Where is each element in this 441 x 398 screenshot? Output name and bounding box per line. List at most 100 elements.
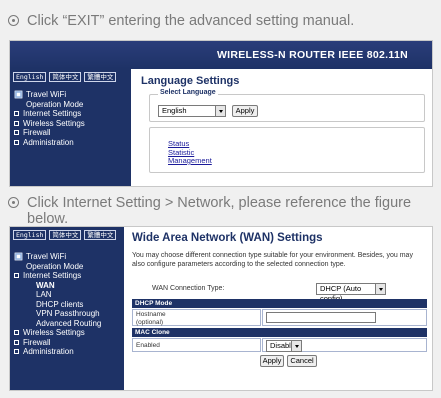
expand-icon <box>14 339 19 345</box>
sidebar-nav: Travel WiFi Operation Mode Internet Sett… <box>14 90 85 147</box>
collapse-icon <box>14 273 19 279</box>
sidebar-item-label: Advanced Routing <box>36 318 102 328</box>
sidebar-item-wireless-settings[interactable]: Wireless Settings <box>14 328 101 338</box>
sidebar-item-internet-settings[interactable]: Internet Settings <box>14 109 85 119</box>
sidebar-item-wan[interactable]: WAN <box>14 281 101 291</box>
sidebar-item-firewall[interactable]: Firewall <box>14 128 85 138</box>
sidebar-item-wireless-settings[interactable]: Wireless Settings <box>14 119 85 129</box>
instruction-step-2-line-1: Click Internet Setting > Network, please… <box>27 195 412 211</box>
language-switcher: English 简体中文 繁體中文 <box>13 72 117 82</box>
lang-traditional-chinese-button[interactable]: 繁體中文 <box>84 230 117 240</box>
mac-clone-select[interactable]: Disable <box>266 340 302 352</box>
sidebar-item-label: Travel WiFi <box>26 252 67 261</box>
chevron-down-icon <box>291 341 301 351</box>
chevron-down-icon <box>375 284 385 294</box>
language-switcher: English 简体中文 繁體中文 <box>13 230 117 240</box>
sidebar-item-label: Wireless Settings <box>23 328 85 337</box>
language-select[interactable]: English <box>158 105 226 117</box>
hostname-row: Hostname (optional) <box>132 309 427 326</box>
sidebar-item-vpn-passthrough[interactable]: VPN Passthrough <box>14 309 101 319</box>
sidebar-item-label: Administration <box>23 137 74 147</box>
lang-simplified-chinese-button[interactable]: 简体中文 <box>49 230 82 240</box>
language-select-value: English <box>162 106 187 115</box>
instruction-step-2: Click Internet Setting > Network, please… <box>8 194 411 212</box>
sidebar-item-label: Operation Mode <box>26 99 84 109</box>
enabled-value-cell: Disable <box>262 338 427 352</box>
cancel-button[interactable]: Cancel <box>287 355 317 367</box>
expand-icon <box>14 120 19 126</box>
expand-icon <box>14 139 19 145</box>
lang-traditional-chinese-button[interactable]: 繁體中文 <box>84 72 117 82</box>
bullet-icon <box>8 15 19 26</box>
sidebar-item-advanced-routing[interactable]: Advanced Routing <box>14 319 101 329</box>
page-description: You may choose different connection type… <box>132 252 413 268</box>
sidebar-item-label: Administration <box>23 347 74 356</box>
sidebar-item-label: VPN Passthrough <box>36 309 100 318</box>
hostname-sublabel: (optional) <box>136 318 164 326</box>
sidebar-item-label: Operation Mode <box>26 261 84 271</box>
mac-clone-header: MAC Clone <box>132 328 427 337</box>
enabled-label-cell: Enabled <box>132 338 261 352</box>
wan-settings-screenshot: English 简体中文 繁體中文 Travel WiFi Operation … <box>9 226 433 391</box>
sidebar-nav: Travel WiFi Operation Mode Internet Sett… <box>14 252 101 357</box>
router-header-title: WIRELESS-N ROUTER IEEE 802.11N <box>216 49 408 61</box>
wan-connection-select[interactable]: DHCP (Auto config) <box>316 283 386 303</box>
select-language-fieldset: Select Language English Apply <box>149 89 425 122</box>
wan-connection-row: WAN Connection Type: DHCP (Auto config) <box>132 282 427 303</box>
sidebar-item-label: DHCP clients <box>36 299 84 309</box>
sidebar-item-label: Firewall <box>23 337 51 347</box>
hostname-label-cell: Hostname (optional) <box>132 309 261 326</box>
language-settings-screenshot: WIRELESS-N ROUTER IEEE 802.11N English 简… <box>9 40 433 187</box>
router-icon <box>14 90 23 99</box>
enabled-label: Enabled <box>136 342 160 349</box>
sidebar-item-label: Travel WiFi <box>26 90 67 99</box>
quick-links-box: Status Statistic Management <box>149 127 425 173</box>
sidebar-item-travel-wifi[interactable]: Travel WiFi <box>14 252 101 262</box>
router-header-bar: WIRELESS-N ROUTER IEEE 802.11N <box>10 41 432 69</box>
sidebar-item-lan[interactable]: LAN <box>14 290 101 300</box>
sidebar-item-internet-settings[interactable]: Internet Settings <box>14 271 101 281</box>
instruction-step-2-line-2: below. <box>27 211 69 227</box>
expand-icon <box>14 330 19 336</box>
sidebar-item-label: Firewall <box>23 128 51 137</box>
bullet-icon <box>8 197 19 208</box>
instruction-step-1-text: Click “EXIT” entering the advanced setti… <box>27 13 355 29</box>
expand-icon <box>14 111 19 117</box>
wan-connection-label: WAN Connection Type: <box>152 285 225 292</box>
sidebar-item-firewall[interactable]: Firewall <box>14 338 101 348</box>
page-title: Wide Area Network (WAN) Settings <box>132 232 323 244</box>
chevron-down-icon <box>215 106 225 116</box>
hostname-label: Hostname <box>136 311 166 318</box>
sidebar-item-label: WAN <box>36 280 55 290</box>
apply-button[interactable]: Apply <box>260 355 284 367</box>
apply-button[interactable]: Apply <box>232 105 258 117</box>
router-icon <box>14 252 23 261</box>
sidebar-item-travel-wifi[interactable]: Travel WiFi <box>14 90 85 100</box>
sidebar-item-label: Internet Settings <box>23 109 82 118</box>
sidebar-item-label: Wireless Settings <box>23 118 85 128</box>
manual-page: Click “EXIT” entering the advanced setti… <box>0 0 441 398</box>
hostname-input[interactable] <box>266 312 376 323</box>
mac-clone-enabled-row: Enabled Disable <box>132 338 427 352</box>
hostname-value-cell <box>262 309 427 326</box>
lang-simplified-chinese-button[interactable]: 简体中文 <box>49 72 82 82</box>
sidebar-item-dhcp-clients[interactable]: DHCP clients <box>14 300 101 310</box>
instruction-step-1: Click “EXIT” entering the advanced setti… <box>8 12 354 30</box>
quick-links: Status Statistic Management <box>168 139 212 166</box>
sidebar-item-administration[interactable]: Administration <box>14 138 85 148</box>
sidebar: Travel WiFi Operation Mode Internet Sett… <box>10 69 131 186</box>
lang-english-button[interactable]: English <box>13 230 47 240</box>
sidebar-item-operation-mode[interactable]: Operation Mode <box>14 262 101 272</box>
management-link[interactable]: Management <box>168 156 212 166</box>
sidebar-item-operation-mode[interactable]: Operation Mode <box>14 100 85 110</box>
dhcp-mode-header: DHCP Mode <box>132 299 427 308</box>
sidebar: English 简体中文 繁體中文 Travel WiFi Operation … <box>10 227 124 390</box>
expand-icon <box>14 130 19 136</box>
sidebar-item-administration[interactable]: Administration <box>14 347 101 357</box>
sidebar-item-label: Internet Settings <box>23 271 82 280</box>
page-title: Language Settings <box>141 75 240 87</box>
lang-english-button[interactable]: English <box>13 72 47 82</box>
fieldset-legend: Select Language <box>158 89 218 96</box>
sidebar-item-label: LAN <box>36 290 52 299</box>
expand-icon <box>14 349 19 355</box>
